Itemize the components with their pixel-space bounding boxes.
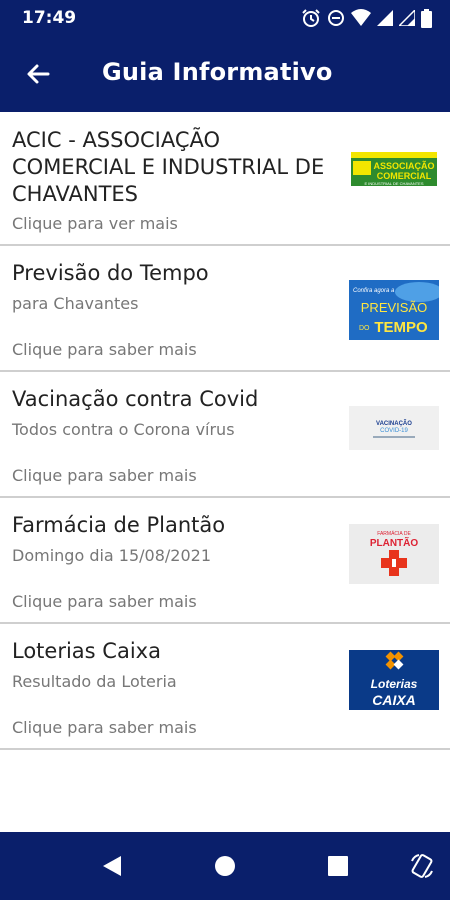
farmacia-logo-line2: PLANTÃO bbox=[370, 536, 419, 549]
square-recents-icon bbox=[328, 856, 348, 876]
loterias-logo-line1: Loterias bbox=[371, 677, 418, 691]
page-title: Guia Informativo bbox=[102, 58, 333, 86]
system-nav-bar bbox=[0, 832, 450, 900]
arrow-back-icon bbox=[27, 64, 50, 84]
signal-icon-2 bbox=[399, 10, 415, 26]
nav-back-button[interactable] bbox=[96, 850, 128, 882]
item-action: Clique para saber mais bbox=[12, 718, 197, 737]
status-bar: 17:49 bbox=[0, 0, 450, 36]
list-item-farmacia[interactable]: Farmácia de Plantão Domingo dia 15/08/20… bbox=[0, 498, 450, 624]
status-time: 17:49 bbox=[22, 8, 77, 28]
circle-home-icon bbox=[215, 856, 235, 876]
vacinacao-logo: VACINAÇÃO COVID-19 bbox=[349, 406, 439, 450]
loterias-logo-line2: CAIXA bbox=[372, 692, 416, 708]
list-item-acic[interactable]: ACIC - ASSOCIAÇÃO COMERCIAL E INDUSTRIAL… bbox=[0, 112, 450, 246]
previsao-logo-line1: Confira agora a bbox=[353, 288, 395, 294]
loterias-logo: Loterias CAIXA bbox=[349, 650, 439, 710]
list-item-previsao[interactable]: Previsão do Tempo para Chavantes Clique … bbox=[0, 246, 450, 372]
vacinacao-logo-line2: COVID-19 bbox=[380, 428, 408, 434]
item-title: ACIC - ASSOCIAÇÃO COMERCIAL E INDUSTRIAL… bbox=[12, 128, 325, 206]
alarm-icon bbox=[302, 9, 320, 27]
previsao-logo-line2: PREVISÃO bbox=[361, 300, 427, 315]
signal-icon bbox=[377, 10, 393, 26]
battery-icon bbox=[421, 8, 432, 28]
guide-list: ACIC - ASSOCIAÇÃO COMERCIAL E INDUSTRIAL… bbox=[0, 112, 450, 750]
farmacia-logo: FARMÁCIA DE PLANTÃO bbox=[349, 524, 439, 584]
item-subtitle: Resultado da Loteria bbox=[12, 672, 177, 691]
acic-logo-line1: ASSOCIAÇÃO bbox=[373, 161, 434, 171]
app-bar: Guia Informativo bbox=[0, 36, 450, 112]
wifi-icon bbox=[351, 9, 371, 26]
triangle-back-icon bbox=[103, 856, 121, 876]
rotate-icon bbox=[411, 854, 433, 878]
status-icons bbox=[301, 8, 432, 28]
item-action: Clique para saber mais bbox=[12, 340, 197, 359]
item-subtitle: para Chavantes bbox=[12, 294, 139, 313]
rotate-button[interactable] bbox=[406, 850, 438, 882]
item-subtitle: Todos contra o Corona vírus bbox=[12, 420, 235, 439]
acic-logo-line2: COMERCIAL bbox=[377, 171, 432, 181]
item-title: Vacinação contra Covid bbox=[12, 387, 259, 411]
previsao-logo-line3: DO bbox=[359, 325, 370, 332]
item-action: Clique para ver mais bbox=[12, 214, 178, 233]
dnd-icon bbox=[328, 10, 344, 26]
list-item-vacinacao[interactable]: Vacinação contra Covid Todos contra o Co… bbox=[0, 372, 450, 498]
acic-logo: ASSOCIAÇÃO COMERCIAL E INDUSTRIAL DE CHA… bbox=[349, 148, 439, 188]
item-title: Loterias Caixa bbox=[12, 639, 161, 663]
vacinacao-logo-line1: VACINAÇÃO bbox=[376, 420, 412, 427]
list-item-loterias[interactable]: Loterias Caixa Resultado da Loteria Cliq… bbox=[0, 624, 450, 750]
item-action: Clique para saber mais bbox=[12, 592, 197, 611]
item-subtitle: Domingo dia 15/08/2021 bbox=[12, 546, 212, 565]
farmacia-logo-line1: FARMÁCIA DE bbox=[377, 530, 411, 537]
previsao-logo-line4: TEMPO bbox=[374, 319, 428, 336]
item-title: Farmácia de Plantão bbox=[12, 513, 226, 537]
back-button[interactable] bbox=[20, 56, 56, 92]
previsao-logo: Confira agora a PREVISÃO DO TEMPO bbox=[349, 280, 439, 340]
item-title: Previsão do Tempo bbox=[12, 261, 209, 285]
nav-recents-button[interactable] bbox=[322, 850, 354, 882]
acic-logo-line3: E INDUSTRIAL DE CHAVANTES bbox=[364, 181, 423, 186]
item-action: Clique para saber mais bbox=[12, 466, 197, 485]
nav-home-button[interactable] bbox=[209, 850, 241, 882]
